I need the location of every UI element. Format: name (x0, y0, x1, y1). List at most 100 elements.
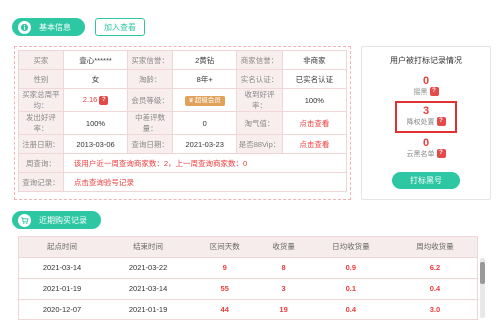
mark-record-panel: 用户被打标记录情况 0 摇黑? 3 降权处置? 0 云黑名单? 打标黑号 (361, 46, 491, 200)
info-row: 买家 壹心****** 买家信誉： 2黄钻 商家信誉： 非商家 (18, 50, 348, 70)
negative-count-label: 中差评数量： (127, 111, 174, 135)
cell-end: 2021-03-14 (105, 278, 192, 300)
cell-daily: 0.1 (308, 278, 393, 300)
cell-days: 44 (191, 299, 259, 319)
cell-weekly: 3.0 (392, 299, 477, 319)
member-level-label: 会员等级： (127, 88, 174, 112)
question-icon[interactable]: ? (99, 95, 109, 105)
cloud-black-label: 云黑名单 (406, 151, 435, 158)
table-row: 2021-01-19 2021-03-14 55 3 0.1 0.4 (19, 278, 477, 300)
question-icon[interactable]: ? (436, 117, 446, 127)
cell-days: 55 (191, 278, 259, 300)
info-row: 周查询： 该用户近一周查询商家数：2，上一周查询商家数：0 (18, 153, 348, 173)
register-date-label: 注册日期： (18, 134, 64, 154)
member-level-value: 超级会员 (194, 96, 221, 104)
col-daily-avg: 日均收货量 (308, 237, 393, 258)
table-header-row: 起点时间 结束时间 区间天数 收货量 日均收货量 周均收货量 (19, 237, 477, 258)
query-record-link[interactable]: 点击查询验号记录 (62, 172, 348, 192)
query-date-value: 2021-03-23 (172, 134, 238, 154)
table-row: 2020-12-07 2021-01-19 44 19 0.4 3.0 (19, 299, 477, 319)
cell-weekly: 0.4 (392, 278, 477, 300)
info-row: 买家总周平均： 2.16? 会员等级： ♛超级会员 收到好评率： 100% (18, 88, 348, 112)
crown-icon: ♛ (188, 97, 194, 104)
shake-black-count: 0 (422, 75, 430, 87)
col-end-time: 结束时间 (105, 237, 192, 258)
taoqi-view-link[interactable]: 点击查看 (281, 111, 348, 135)
member-level-cell: ♛超级会员 (172, 88, 238, 112)
seller-credit-label: 商家信誉： (236, 50, 283, 70)
weekly-avg-value: 2.16 (82, 95, 98, 105)
query-record-label: 查询记录： (18, 172, 64, 192)
verification-label: 实名认证： (236, 69, 283, 89)
mark-item-downgrade: 3 降权处置? (362, 105, 490, 127)
mark-record-title: 用户被打标记录情况 (390, 56, 462, 65)
recent-purchase-header: 近期购买记录 (12, 211, 101, 229)
purchase-record-table: 起点时间 结束时间 区间天数 收货量 日均收货量 周均收货量 2021-03-1… (19, 237, 477, 319)
cell-days: 9 (191, 257, 259, 279)
buyer-value: 壹心****** (62, 50, 129, 70)
downgrade-count: 3 (422, 105, 430, 117)
cell-daily: 0.9 (308, 257, 393, 279)
info-row: 发出好评率： 100% 中差评数量： 0 淘气值： 点击查看 (18, 111, 348, 135)
buyer-info-page: 基本信息 加入查看 买家 壹心****** 买家信誉： 2黄钻 商家信誉： 非商… (0, 0, 500, 320)
cloud-black-count: 0 (422, 137, 430, 149)
add-view-button[interactable]: 加入查看 (95, 18, 145, 36)
buyer-label: 买家 (18, 50, 64, 70)
received-rate-label: 收到好评率： (236, 88, 283, 112)
cell-end: 2021-03-22 (105, 257, 192, 279)
cell-start: 2020-12-07 (19, 299, 106, 319)
cell-weekly: 6.2 (392, 257, 477, 279)
account-age-label: 淘龄： (127, 69, 174, 89)
info-row: 注册日期： 2013-03-06 查询日期： 2021-03-23 是否88Vi… (18, 134, 348, 154)
vip88-label: 是否88Vip： (236, 134, 283, 154)
question-icon[interactable]: ? (436, 149, 446, 159)
buyer-credit-value: 2黄钻 (172, 50, 238, 70)
verification-value: 已实名认证 (281, 69, 348, 89)
mark-black-button[interactable]: 打标黑号 (392, 172, 460, 189)
seller-credit-value: 非商家 (281, 50, 348, 70)
basic-info-header: 基本信息 加入查看 (12, 18, 145, 36)
col-start-time: 起点时间 (19, 237, 106, 258)
weekly-avg-label: 买家总周平均： (18, 88, 64, 112)
buyer-credit-label: 买家信誉： (127, 50, 174, 70)
taoqi-label: 淘气值： (236, 111, 283, 135)
table-row: 2021-03-14 2021-03-22 9 8 0.9 6.2 (19, 257, 477, 279)
col-weekly-avg: 周均收货量 (392, 237, 477, 258)
downgrade-label: 降权处置 (406, 119, 435, 126)
recent-purchase-title: 近期购买记录 (39, 215, 87, 225)
cell-received: 19 (258, 299, 309, 319)
weekly-query-label: 周查询： (18, 153, 64, 173)
gender-label: 性别 (18, 69, 64, 89)
col-received: 收货量 (258, 237, 309, 258)
vip88-view-link[interactable]: 点击查看 (281, 134, 348, 154)
col-days: 区间天数 (191, 237, 259, 258)
mark-item-shake-black: 0 摇黑? (362, 75, 490, 97)
mark-item-cloud-black: 0 云黑名单? (362, 137, 490, 159)
gender-value: 女 (62, 69, 129, 89)
sent-rate-label: 发出好评率： (18, 111, 64, 135)
member-level-badge: ♛超级会员 (184, 95, 225, 106)
buyer-info-table: 买家 壹心****** 买家信誉： 2黄钻 商家信誉： 非商家 性别 女 淘龄：… (18, 50, 348, 192)
weekly-avg-cell: 2.16? (62, 88, 129, 112)
cell-start: 2021-01-19 (19, 278, 106, 300)
account-age-value: 8年+ (172, 69, 238, 89)
cell-start: 2021-03-14 (19, 257, 106, 279)
recent-purchase-tab: 近期购买记录 (12, 211, 101, 229)
cell-end: 2021-01-19 (105, 299, 192, 319)
question-icon[interactable]: ? (429, 87, 439, 97)
basic-info-title: 基本信息 (39, 22, 71, 32)
sent-rate-value: 100% (62, 111, 129, 135)
received-rate-value: 100% (281, 88, 348, 112)
cell-received: 3 (258, 278, 309, 300)
basic-info-tab: 基本信息 (12, 18, 85, 36)
cart-icon (18, 213, 31, 227)
purchase-record-panel: 起点时间 结束时间 区间天数 收货量 日均收货量 周均收货量 2021-03-1… (18, 236, 478, 320)
register-date-value: 2013-03-06 (62, 134, 129, 154)
cell-daily: 0.4 (308, 299, 393, 319)
weekly-query-value: 该用户近一周查询商家数：2，上一周查询商家数：0 (62, 153, 348, 173)
info-icon (18, 20, 31, 34)
record-scrollbar-thumb[interactable] (480, 262, 485, 284)
shake-black-label: 摇黑 (413, 89, 428, 96)
info-row: 查询记录： 点击查询验号记录 (18, 172, 348, 192)
cell-received: 8 (258, 257, 309, 279)
